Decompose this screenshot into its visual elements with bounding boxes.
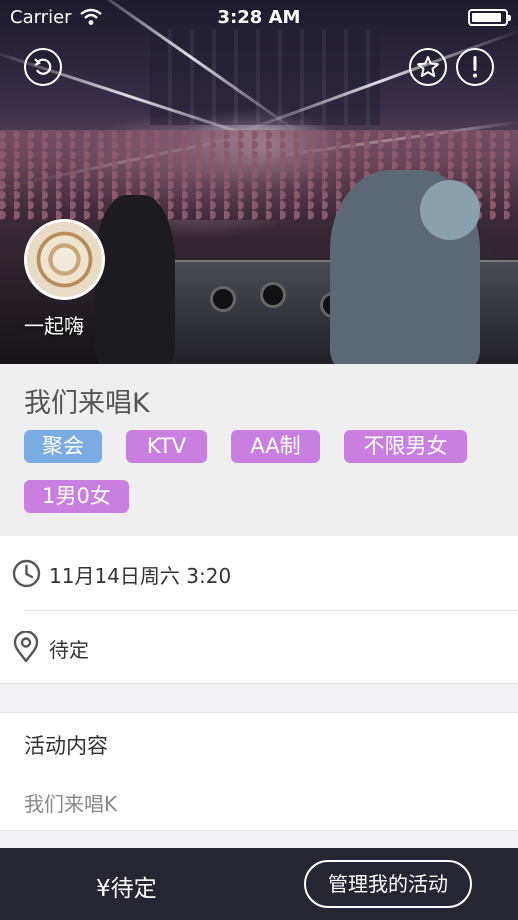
- manage-activities-button[interactable]: 管理我的活动: [304, 860, 472, 908]
- tag-gender: 不限男女: [344, 430, 467, 463]
- organizer-name: 一起嗨: [24, 314, 84, 338]
- event-location: 待定: [49, 638, 89, 662]
- tag-payment: AA制: [231, 430, 320, 463]
- bottom-bar: ¥待定 管理我的活动: [0, 848, 518, 920]
- tag-category: 聚会: [24, 430, 102, 463]
- report-button[interactable]: [456, 48, 494, 86]
- tag-type: KTV: [126, 430, 207, 463]
- clock-time: 3:28 AM: [217, 7, 301, 28]
- event-info-panel: 我们来唱K 聚会 KTV AA制 不限男女 1男0女: [0, 364, 518, 536]
- location-row[interactable]: 待定: [0, 611, 518, 683]
- content-body: 我们来唱K: [24, 792, 118, 816]
- back-button[interactable]: [24, 48, 62, 86]
- event-price: ¥待定: [96, 876, 157, 902]
- content-heading: 活动内容: [24, 734, 108, 758]
- clock-icon: [12, 559, 41, 588]
- status-bar: Carrier 3:28 AM: [0, 0, 518, 34]
- location-pin-icon: [13, 631, 39, 663]
- event-title: 我们来唱K: [24, 388, 150, 419]
- time-row: 11月14日周六 3:20: [0, 536, 518, 610]
- section-gap: [0, 683, 518, 713]
- bottom-spacer: [0, 831, 518, 848]
- dj-left: [95, 195, 175, 364]
- dj-right-head: [420, 180, 480, 240]
- event-time: 11月14日周六 3:20: [49, 564, 232, 588]
- star-icon: [417, 56, 439, 77]
- favorite-button[interactable]: [409, 48, 447, 86]
- refresh-back-icon: [34, 58, 52, 75]
- organizer-avatar[interactable]: [24, 219, 105, 300]
- battery-icon: [468, 9, 511, 26]
- content-section: 活动内容 我们来唱K: [0, 714, 518, 830]
- exclamation-icon: [473, 56, 477, 78]
- tag-participants: 1男0女: [24, 480, 129, 513]
